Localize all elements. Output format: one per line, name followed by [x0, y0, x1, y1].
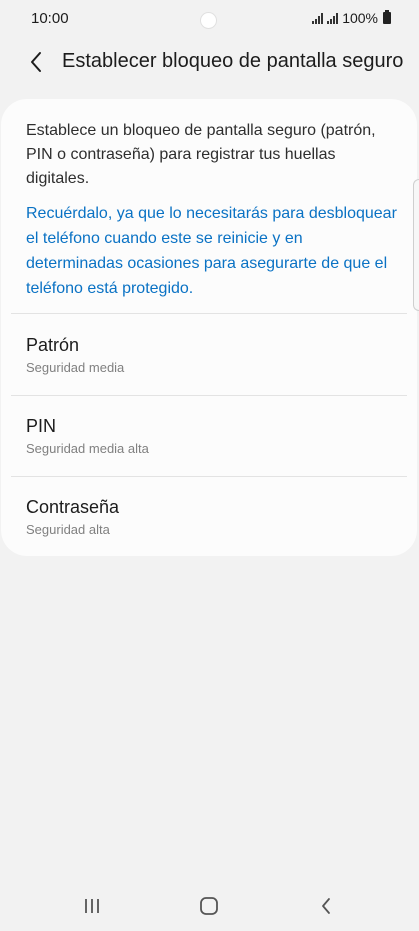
- home-icon: [200, 897, 218, 915]
- page-title: Establecer bloqueo de pantalla seguro: [62, 50, 404, 72]
- option-title: PIN: [26, 416, 57, 436]
- description-text: Establece un bloqueo de pantalla seguro …: [26, 122, 376, 187]
- notice-text: Recuérdalo, ya que lo necesitarás para d…: [26, 205, 397, 297]
- option-pin[interactable]: PIN Seguridad media alta: [1, 416, 417, 494]
- nav-back-button[interactable]: [314, 894, 338, 918]
- option-password[interactable]: Contraseña Seguridad alta: [1, 497, 417, 575]
- signal-icon: [312, 12, 324, 24]
- option-title: Contraseña: [26, 497, 120, 517]
- back-icon: [322, 898, 330, 914]
- option-subtitle: Seguridad alta: [26, 522, 110, 537]
- status-bar: 10:00 100%: [0, 0, 419, 36]
- divider: [11, 476, 407, 477]
- chevron-left-icon: [31, 52, 41, 72]
- divider: [11, 395, 407, 396]
- navigation-bar: [0, 880, 419, 931]
- scroll-handle[interactable]: [413, 179, 419, 311]
- signal-icon: [327, 12, 339, 24]
- home-button[interactable]: [197, 894, 221, 918]
- recent-apps-icon: [85, 899, 99, 913]
- option-subtitle: Seguridad media: [26, 360, 125, 375]
- battery-percentage: 100%: [342, 10, 378, 26]
- battery-icon: [383, 10, 391, 24]
- front-camera: [201, 13, 216, 28]
- divider: [11, 313, 407, 314]
- status-indicators: 100%: [312, 10, 391, 26]
- app-bar: Establecer bloqueo de pantalla seguro: [0, 40, 419, 84]
- option-subtitle: Seguridad media alta: [26, 441, 149, 456]
- option-pattern[interactable]: Patrón Seguridad media: [1, 335, 417, 413]
- back-button[interactable]: [22, 48, 50, 76]
- option-title: Patrón: [26, 335, 80, 355]
- status-time: 10:00: [31, 10, 69, 27]
- recent-apps-button[interactable]: [80, 896, 104, 916]
